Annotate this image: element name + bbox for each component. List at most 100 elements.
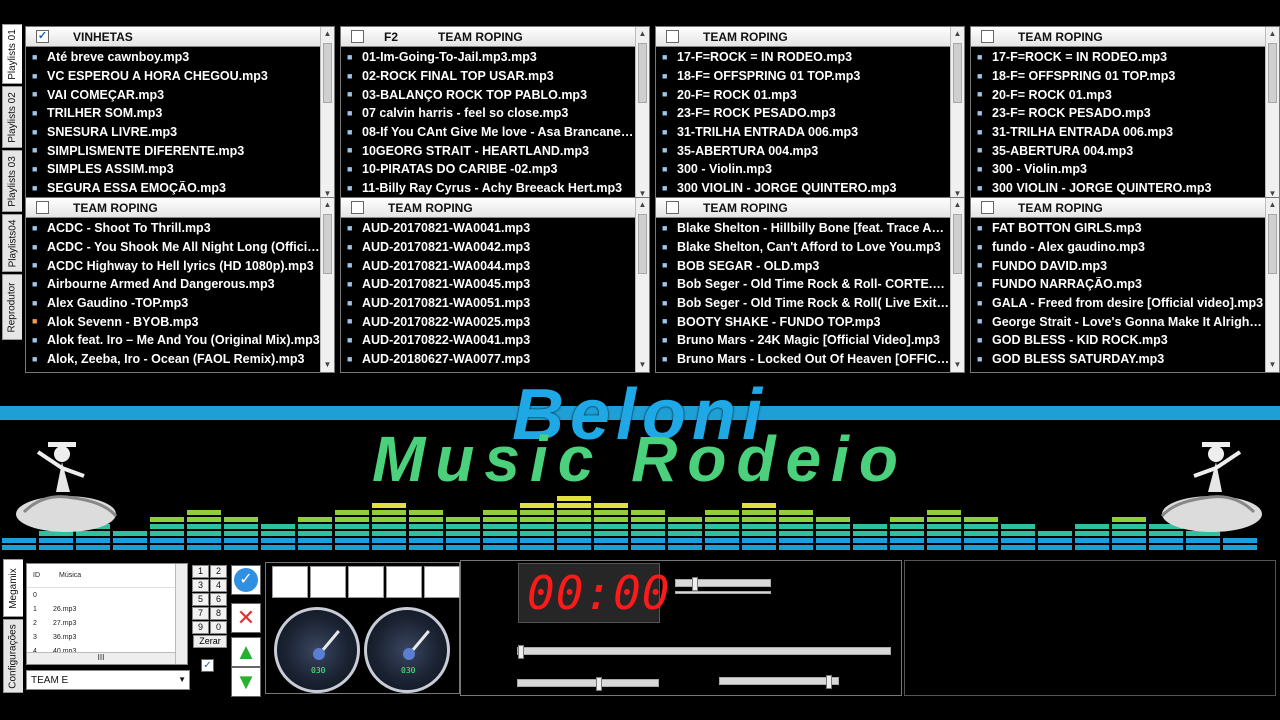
scroll-down-icon[interactable]: ▼ xyxy=(636,358,649,372)
track-item[interactable]: ■ BOB SEGAR - OLD.mp3 xyxy=(662,256,964,275)
progress-slider[interactable] xyxy=(517,645,891,659)
track-item[interactable]: ■ Alok, Zeeba, Iro - Ocean (FAOL Remix).m… xyxy=(32,350,334,369)
megamix-row[interactable]: 1 26.mp3 xyxy=(27,602,187,616)
track-item[interactable]: ■ 02-ROCK FINAL TOP USAR.mp3 xyxy=(347,67,649,86)
track-item[interactable]: ■ FUNDO NARRAÇÃO.mp3 xyxy=(977,275,1279,294)
track-item[interactable]: ■ 300 VIOLIN - JORGE QUINTERO.mp3 xyxy=(662,179,964,198)
pad-5[interactable] xyxy=(424,566,460,598)
track-item[interactable]: ■ AUD-20170821-WA0042.mp3 xyxy=(347,238,649,257)
track-item[interactable]: ■ 07 calvin harris - feel so close.mp3 xyxy=(347,104,649,123)
pad-3[interactable] xyxy=(348,566,384,598)
scroll-thumb[interactable] xyxy=(953,214,962,274)
keypad-key[interactable]: 2 xyxy=(210,565,227,578)
track-item[interactable]: ■ Bob Seger - Old Time Rock & Roll( Live … xyxy=(662,294,964,313)
track-item[interactable]: ■ 17-F=ROCK = IN RODEO.mp3 xyxy=(977,48,1279,67)
scroll-up-icon[interactable]: ▲ xyxy=(1266,198,1279,212)
pad-2[interactable] xyxy=(310,566,346,598)
scroll-up-icon[interactable]: ▲ xyxy=(636,27,649,41)
track-item[interactable]: ■ 01-Im-Going-To-Jail.mp3.mp3 xyxy=(347,48,649,67)
column-id[interactable]: ID xyxy=(27,572,53,579)
track-item[interactable]: ■ GOD BLESS - KID ROCK.mp3 xyxy=(977,331,1279,350)
megamix-list[interactable]: ID Música 0 1 26.mp3 2 27.mp3 3 36.mp3 4 40.mp3 … xyxy=(26,563,188,665)
balance-slider[interactable] xyxy=(517,677,659,691)
track-item[interactable]: ■ 23-F= ROCK PESADO.mp3 xyxy=(977,104,1279,123)
track-item[interactable]: ■ 35-ABERTURA 004.mp3 xyxy=(977,141,1279,160)
move-up-button[interactable]: ▲ xyxy=(231,637,261,667)
pad-4[interactable] xyxy=(386,566,422,598)
keypad-key[interactable]: 8 xyxy=(210,607,227,620)
track-item[interactable]: ■ AUD-20170822-WA0025.mp3 xyxy=(347,312,649,331)
playlist-scrollbar[interactable]: ▲ ▼ xyxy=(950,198,964,372)
playlist-scrollbar[interactable]: ▲ ▼ xyxy=(320,198,334,372)
track-item[interactable]: ■ SIMPLISMENTE DIFERENTE.mp3 xyxy=(32,141,334,160)
confirm-button[interactable]: ✓ xyxy=(231,565,261,595)
track-item[interactable]: ■ 23-F= ROCK PESADO.mp3 xyxy=(662,104,964,123)
track-item[interactable]: ■ Bob Seger - Old Time Rock & Roll- CORTE… xyxy=(662,275,964,294)
track-item[interactable]: ■ 20-F= ROCK 01.mp3 xyxy=(977,85,1279,104)
keypad-key[interactable]: 1 xyxy=(192,565,209,578)
track-item[interactable]: ■ ACDC - Shoot To Thrill.mp3 xyxy=(32,219,334,238)
track-item[interactable]: ■ VC ESPEROU A HORA CHEGOU.mp3 xyxy=(32,67,334,86)
playlist-scrollbar[interactable]: ▲ ▼ xyxy=(1265,27,1279,201)
scroll-down-icon[interactable]: ▼ xyxy=(1266,358,1279,372)
tab-playlists-04[interactable]: Playlists04 xyxy=(2,214,22,272)
tab-reprodutor[interactable]: Reprodutor xyxy=(2,274,22,340)
scroll-thumb[interactable] xyxy=(638,214,647,274)
playlist-checkbox[interactable] xyxy=(981,30,994,43)
keypad-key[interactable]: 7 xyxy=(192,607,209,620)
scroll-thumb[interactable] xyxy=(323,43,332,103)
keypad-key[interactable]: 9 xyxy=(192,621,209,634)
track-item[interactable]: ■ fundo - Alex gaudino.mp3 xyxy=(977,238,1279,257)
track-item[interactable]: ■ BOOTY SHAKE - FUNDO TOP.mp3 xyxy=(662,312,964,331)
track-item[interactable]: ■ AUD-20180627-WA0077.mp3 xyxy=(347,350,649,369)
scroll-up-icon[interactable]: ▲ xyxy=(951,198,964,212)
tab-megamix[interactable]: Megamix xyxy=(3,559,23,617)
speed-slider[interactable] xyxy=(719,675,839,689)
track-item[interactable]: ■ 11-Billy Ray Cyrus - Achy Breeack Hert.… xyxy=(347,179,649,198)
track-item[interactable]: ■ Alok Sevenn - BYOB.mp3 xyxy=(32,312,334,331)
megamix-hscroll[interactable]: III xyxy=(27,652,175,664)
tab-playlists-01[interactable]: Playlists 01 xyxy=(2,24,22,84)
keypad-key[interactable]: 3 xyxy=(192,579,209,592)
team-select[interactable]: TEAM E ▼ xyxy=(26,670,190,690)
track-item[interactable]: ■ ACDC - You Shook Me All Night Long (Off… xyxy=(32,238,334,257)
track-item[interactable]: ■ ACDC Highway to Hell lyrics (HD 1080p).… xyxy=(32,256,334,275)
playlist-scrollbar[interactable]: ▲ ▼ xyxy=(320,27,334,201)
track-item[interactable]: ■ George Strait - Love's Gonna Make It Al… xyxy=(977,312,1279,331)
track-item[interactable]: ■ AUD-20170821-WA0041.mp3 xyxy=(347,219,649,238)
keypad-key[interactable]: 5 xyxy=(192,593,209,606)
track-item[interactable]: ■ 18-F= OFFSPRING 01 TOP.mp3 xyxy=(977,67,1279,86)
track-item[interactable]: ■ Até breve cawnboy.mp3 xyxy=(32,48,334,67)
track-item[interactable]: ■ SNESURA LIVRE.mp3 xyxy=(32,123,334,142)
progress-slider-thumb[interactable] xyxy=(518,645,524,659)
tab-playlists-03[interactable]: Playlists 03 xyxy=(2,150,22,212)
track-item[interactable]: ■ 31-TRILHA ENTRADA 006.mp3 xyxy=(662,123,964,142)
track-item[interactable]: ■ 300 - Violin.mp3 xyxy=(977,160,1279,179)
speed-slider-thumb[interactable] xyxy=(826,675,833,689)
megamix-row[interactable]: 3 36.mp3 xyxy=(27,630,187,644)
scroll-thumb[interactable] xyxy=(638,43,647,103)
enable-checkbox[interactable]: ✓ xyxy=(201,659,214,672)
playlist-checkbox[interactable] xyxy=(351,201,364,214)
track-item[interactable]: ■ SIMPLES ASSIM.mp3 xyxy=(32,160,334,179)
track-item[interactable]: ■ 18-F= OFFSPRING 01 TOP.mp3 xyxy=(662,67,964,86)
keypad-key[interactable]: 6 xyxy=(210,593,227,606)
playlist-scrollbar[interactable]: ▲ ▼ xyxy=(1265,198,1279,372)
track-item[interactable]: ■ Bruno Mars - 24K Magic [Official Video]… xyxy=(662,331,964,350)
delete-button[interactable]: ✕ xyxy=(231,603,261,633)
keypad-key[interactable]: 4 xyxy=(210,579,227,592)
track-item[interactable]: ■ Alex Gaudino -TOP.mp3 xyxy=(32,294,334,313)
balance-slider-thumb[interactable] xyxy=(595,677,602,691)
playlist-checkbox[interactable] xyxy=(666,30,679,43)
tab-configuracoes[interactable]: Configurações xyxy=(3,619,23,693)
volume-slider-thumb[interactable] xyxy=(691,577,698,591)
track-item[interactable]: ■ Alok feat. Iro – Me And You (Original M… xyxy=(32,331,334,350)
scroll-thumb[interactable] xyxy=(1268,214,1277,274)
track-item[interactable]: ■ 300 - Violin.mp3 xyxy=(662,160,964,179)
scroll-up-icon[interactable]: ▲ xyxy=(636,198,649,212)
track-item[interactable]: ■ 20-F= ROCK 01.mp3 xyxy=(662,85,964,104)
scroll-down-icon[interactable]: ▼ xyxy=(951,358,964,372)
scroll-up-icon[interactable]: ▲ xyxy=(1266,27,1279,41)
track-item[interactable]: ■ Airbourne Armed And Dangerous.mp3 xyxy=(32,275,334,294)
tab-playlists-02[interactable]: Playlists 02 xyxy=(2,86,22,148)
